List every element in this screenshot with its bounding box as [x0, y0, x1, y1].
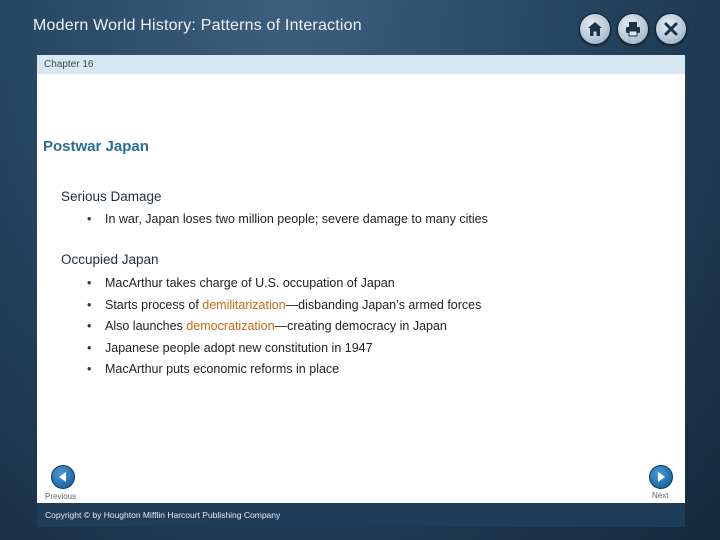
- topic-heading-serious-damage: Serious Damage: [61, 189, 162, 204]
- print-button[interactable]: [617, 13, 649, 45]
- arrow-left-icon: [59, 472, 66, 482]
- app-title: Modern World History: Patterns of Intera…: [33, 17, 362, 34]
- list-item: MacArthur puts economic reforms in place: [87, 359, 481, 381]
- list-item: Starts process of demilitarization—disba…: [87, 295, 481, 317]
- close-icon: [664, 22, 678, 36]
- bullet-list-occupied-japan: MacArthur takes charge of U.S. occupatio…: [87, 273, 481, 381]
- bullet-list-serious-damage: In war, Japan loses two million people; …: [87, 209, 488, 231]
- previous-button[interactable]: [51, 465, 75, 489]
- list-item: Also launches democratization—creating d…: [87, 316, 481, 338]
- home-icon: [588, 22, 602, 36]
- list-item: MacArthur takes charge of U.S. occupatio…: [87, 273, 481, 295]
- list-item: Japanese people adopt new constitution i…: [87, 338, 481, 360]
- section-title: Postwar Japan: [43, 138, 149, 155]
- home-button[interactable]: [579, 13, 611, 45]
- chapter-label: Chapter 16: [37, 55, 685, 74]
- next-label[interactable]: Next: [652, 491, 668, 500]
- footer-copyright: Copyright © by Houghton Mifflin Harcourt…: [37, 503, 685, 527]
- previous-label[interactable]: Previous: [45, 492, 76, 501]
- list-item: In war, Japan loses two million people; …: [87, 209, 488, 231]
- toolbar: [579, 13, 687, 45]
- close-button[interactable]: [655, 13, 687, 45]
- next-button[interactable]: [649, 465, 673, 489]
- topic-heading-occupied-japan: Occupied Japan: [61, 252, 159, 267]
- print-icon: [626, 22, 640, 37]
- slide-content: Chapter 16 Postwar Japan Serious Damage …: [37, 55, 685, 503]
- arrow-right-icon: [658, 472, 665, 482]
- key-term: demilitarization: [202, 297, 286, 312]
- key-term: democratization: [186, 319, 275, 334]
